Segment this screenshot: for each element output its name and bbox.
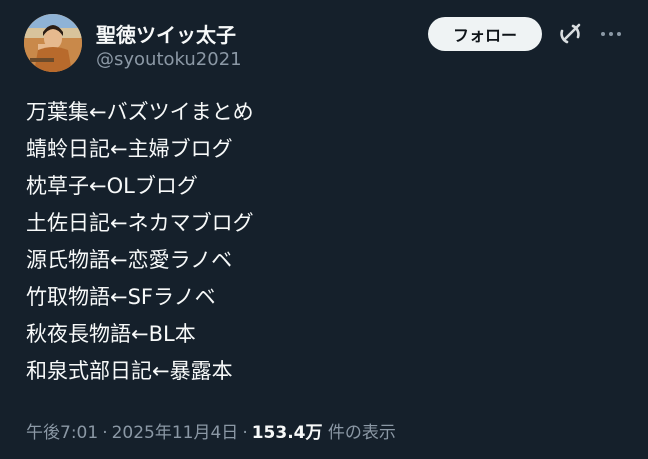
tweet-header: 聖徳ツイッ太子 @syoutoku2021 フォロー [24, 14, 632, 76]
meta-separator: · [242, 423, 248, 443]
profile-avatar[interactable] [24, 14, 82, 72]
more-dot-icon [609, 32, 613, 36]
tweet-line: 竹取物語←SFラノベ [26, 285, 216, 309]
tweet-line: 枕草子←OLブログ [26, 174, 198, 198]
view-count[interactable]: 153.4万 [252, 423, 323, 443]
tweet-line: 和泉式部日記←暴露本 [26, 359, 233, 383]
tweet-line: 秋夜長物語←BL本 [26, 322, 196, 346]
more-dot-icon [601, 32, 605, 36]
author-display-name[interactable]: 聖徳ツイッ太子 [96, 19, 236, 48]
grok-icon[interactable] [556, 20, 584, 48]
follow-button[interactable]: フォロー [428, 17, 542, 51]
tweet-date[interactable]: 2025年11月4日 [112, 423, 239, 443]
tweet-line: 万葉集←バズツイまとめ [26, 100, 254, 124]
tweet-text: 万葉集←バズツイまとめ 蜻蛉日記←主婦ブログ 枕草子←OLブログ 土佐日記←ネカ… [26, 94, 628, 390]
more-options-icon[interactable] [598, 20, 624, 48]
tweet-line: 土佐日記←ネカマブログ [26, 211, 254, 235]
tweet-time[interactable]: 午後7:01 [26, 423, 98, 443]
tweet-line: 源氏物語←恋愛ラノベ [26, 248, 233, 272]
more-dot-icon [617, 32, 621, 36]
tweet-meta: 午後7:01 · 2025年11月4日 · 153.4万 件の表示 [26, 418, 396, 443]
view-count-label: 件の表示 [327, 423, 396, 443]
tweet-line: 蜻蛉日記←主婦ブログ [26, 137, 233, 161]
author-handle[interactable]: @syoutoku2021 [96, 49, 242, 70]
meta-separator: · [102, 423, 108, 443]
